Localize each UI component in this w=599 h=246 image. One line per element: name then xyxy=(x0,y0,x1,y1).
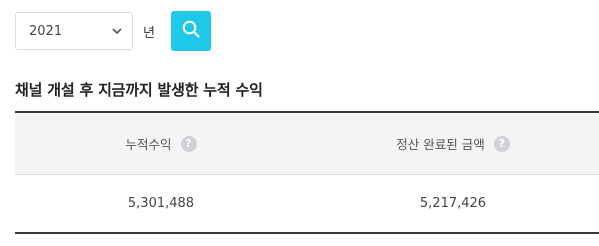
help-icon[interactable]: ? xyxy=(180,135,197,152)
search-icon xyxy=(181,19,201,43)
table-header-row: 누적수익 ? 정산 완료된 금액 ? xyxy=(15,113,599,175)
settled-amount-value: 5,217,426 xyxy=(419,196,487,211)
help-icon[interactable]: ? xyxy=(493,135,510,152)
revenue-summary-table: 누적수익 ? 정산 완료된 금액 ? 5,301,488 5,217,426 xyxy=(15,111,599,234)
header-cumulative-revenue: 누적수익 ? xyxy=(15,113,307,174)
header-settled-amount: 정산 완료된 금액 ? xyxy=(307,113,599,174)
cumulative-revenue-value: 5,301,488 xyxy=(127,196,195,211)
year-unit-label: 년 xyxy=(143,25,155,41)
header-label: 정산 완료된 금액 xyxy=(396,137,485,152)
section-title: 채널 개설 후 지금까지 발생한 누적 수익 xyxy=(15,81,263,99)
year-select-value: 2021 xyxy=(29,23,63,39)
year-select[interactable]: 2021 xyxy=(15,12,133,50)
filter-bar: 2021 년 xyxy=(15,11,211,51)
header-label: 누적수익 xyxy=(125,137,172,152)
chevron-down-icon xyxy=(110,24,124,38)
search-button[interactable] xyxy=(171,11,211,51)
table-row: 5,301,488 5,217,426 xyxy=(15,175,599,232)
